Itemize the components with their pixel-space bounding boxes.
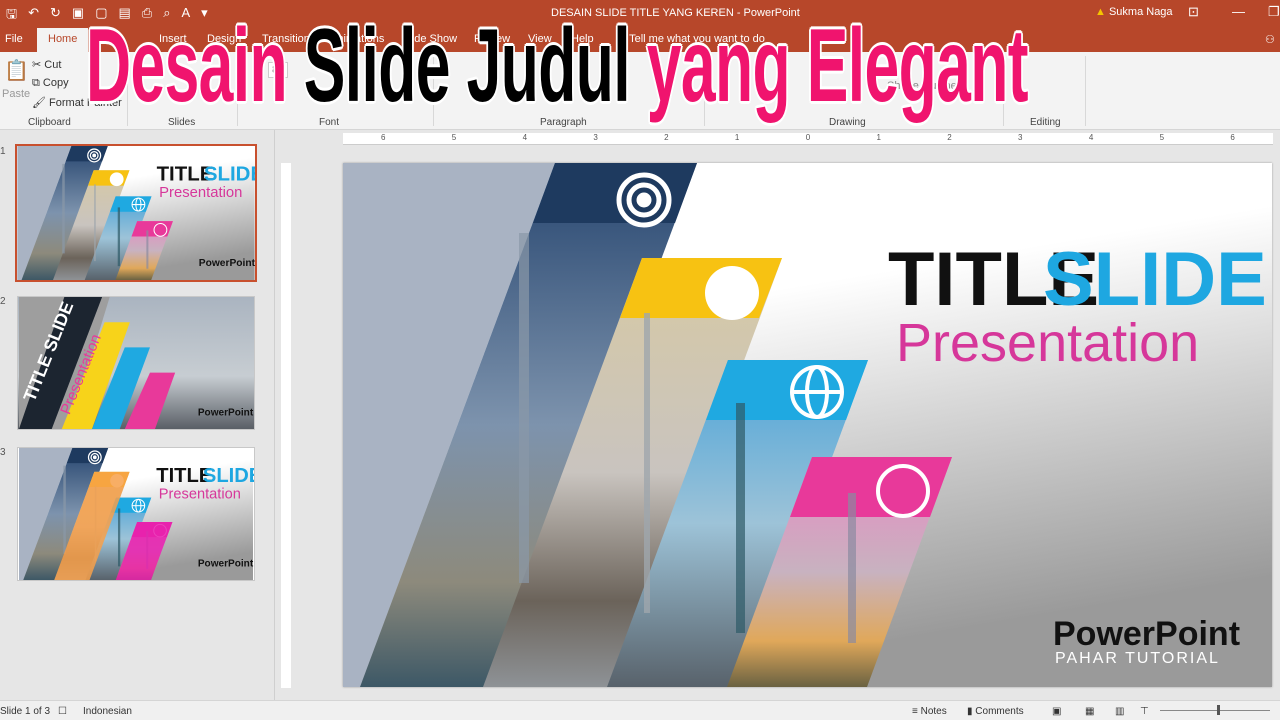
slide-number: 2 — [0, 296, 6, 307]
ruler-label: 4 — [522, 133, 528, 142]
comments-label: Comments — [975, 706, 1024, 717]
slideshow-view-icon[interactable]: ⊤ — [1140, 706, 1149, 717]
powerpoint-logo: PowerPoint — [1053, 615, 1240, 653]
thumbnail-3-art: TITLE SLIDE Presentation PowerPoint — [18, 448, 262, 580]
thumb-logo: PowerPoint — [199, 258, 255, 269]
redo-icon[interactable]: ↻ — [50, 5, 61, 27]
cut-button[interactable]: ✂ Cut — [32, 58, 61, 71]
ruler-label: 1 — [734, 133, 740, 142]
copy-label: Copy — [42, 77, 69, 89]
warning-icon: ▲ — [1095, 6, 1106, 18]
tab-home[interactable]: Home — [37, 28, 89, 52]
thumb2-logo: PowerPoint — [198, 407, 254, 418]
ruler-label: 6 — [1230, 133, 1235, 142]
slide-title-blue[interactable]: SLIDE — [1043, 237, 1267, 322]
status-bar: Slide 1 of 3 ☐ Indonesian ≡ Notes ▮ Comm… — [0, 700, 1280, 720]
thumb-subtitle: Presentation — [159, 185, 242, 201]
thumb-title-blue: SLIDE — [204, 163, 255, 186]
vertical-ruler[interactable] — [281, 163, 291, 688]
cut-label: Cut — [44, 59, 62, 71]
thumb3-title-blue: SLIDE — [203, 465, 254, 487]
paste-icon[interactable]: 📋 — [4, 58, 29, 83]
slide-subtitle[interactable]: Presentation — [896, 313, 1199, 373]
ruler-label: 6 — [381, 133, 386, 142]
slide-number: 3 — [0, 447, 6, 458]
slideshow-icon[interactable]: ▣ — [72, 5, 84, 27]
user-name: Sukma Naga — [1108, 6, 1173, 18]
reading-view-icon[interactable]: ▥ — [1115, 706, 1124, 717]
scissors-icon: ✂ — [32, 59, 42, 71]
slide-thumbnail-1[interactable]: TITLE SLIDE Presentation PowerPoint — [15, 144, 264, 282]
restore-icon[interactable]: ❐ — [1268, 4, 1280, 20]
ruler-label: 3 — [593, 133, 598, 142]
group-editing: Editing — [1030, 117, 1061, 128]
zoom-slider-thumb[interactable] — [1217, 705, 1220, 715]
thumbnail-2-art: TITLE SLIDE Presentation PowerPoint — [18, 297, 254, 429]
undo-icon[interactable]: ↶ — [28, 5, 39, 27]
notes-button[interactable]: ≡ Notes — [912, 706, 947, 717]
overlay-words-yang-elegant: yang Elegant — [646, 8, 1029, 124]
zoom-slider[interactable] — [1160, 710, 1270, 711]
user-account[interactable]: ▲ Sukma Naga — [1095, 6, 1173, 18]
slide-number: 1 — [0, 146, 6, 157]
language[interactable]: Indonesian — [83, 706, 132, 717]
thumbnail-overlay-title: Desain Slide Judul yang Elegant — [86, 14, 1029, 118]
thumb3-subtitle: Presentation — [159, 486, 241, 502]
ruler-label: 2 — [947, 133, 952, 142]
minimize-icon[interactable]: — — [1232, 4, 1245, 19]
ruler-label: 5 — [451, 133, 457, 142]
ruler-label: 4 — [1088, 133, 1094, 142]
slide-count: Slide 1 of 3 — [0, 706, 51, 717]
share-icon[interactable]: ⚇ — [1265, 33, 1275, 46]
thumb3-logo: PowerPoint — [198, 558, 254, 569]
thumbnail-1-art: TITLE SLIDE Presentation PowerPoint — [17, 146, 264, 280]
normal-view-icon[interactable]: ▣ — [1052, 706, 1061, 717]
ribbon-display-icon[interactable]: ⊡ — [1188, 4, 1199, 20]
copy-button[interactable]: ⧉ Copy — [32, 77, 69, 90]
overlay-word-desain: Desain — [86, 8, 288, 124]
ruler-label: 1 — [876, 133, 881, 142]
copy-icon: ⧉ — [32, 77, 40, 89]
save-icon[interactable]: 🖫 — [6, 5, 17, 27]
spellcheck-icon[interactable]: ☐ — [58, 706, 67, 717]
ruler-label: 3 — [1018, 133, 1023, 142]
pahar-tutorial-logo: PAHAR TUTORIAL — [1055, 650, 1220, 667]
paste-button[interactable]: Paste — [2, 88, 30, 100]
slide-thumbnail-panel: 1 TITLE SLIDE Presentation PowerPoint 2 … — [0, 130, 275, 700]
slide-thumbnail-2[interactable]: TITLE SLIDE Presentation PowerPoint — [17, 296, 255, 430]
ruler-label: 5 — [1159, 133, 1165, 142]
ruler-label: 2 — [664, 133, 669, 142]
ruler-label: 0 — [805, 133, 811, 142]
notes-label: Notes — [920, 706, 947, 717]
tab-file[interactable]: File — [5, 33, 23, 45]
overlay-words-slide-judul: Slide Judul — [303, 8, 631, 124]
slide-sorter-icon[interactable]: ▦ — [1085, 706, 1094, 717]
horizontal-ruler[interactable]: 6 5 4 3 2 1 0 1 2 3 4 5 6 — [343, 133, 1273, 145]
slide-artwork: TITLE SLIDE Presentation PowerPoint PAHA… — [343, 163, 1272, 687]
slide-thumbnail-3[interactable]: TITLE SLIDE Presentation PowerPoint — [17, 447, 262, 581]
slide-canvas[interactable]: TITLE SLIDE Presentation PowerPoint PAHA… — [343, 163, 1272, 687]
comments-button[interactable]: ▮ Comments — [967, 706, 1024, 717]
brush-icon: 🖌 — [32, 97, 46, 109]
group-clipboard: Clipboard — [28, 117, 71, 128]
